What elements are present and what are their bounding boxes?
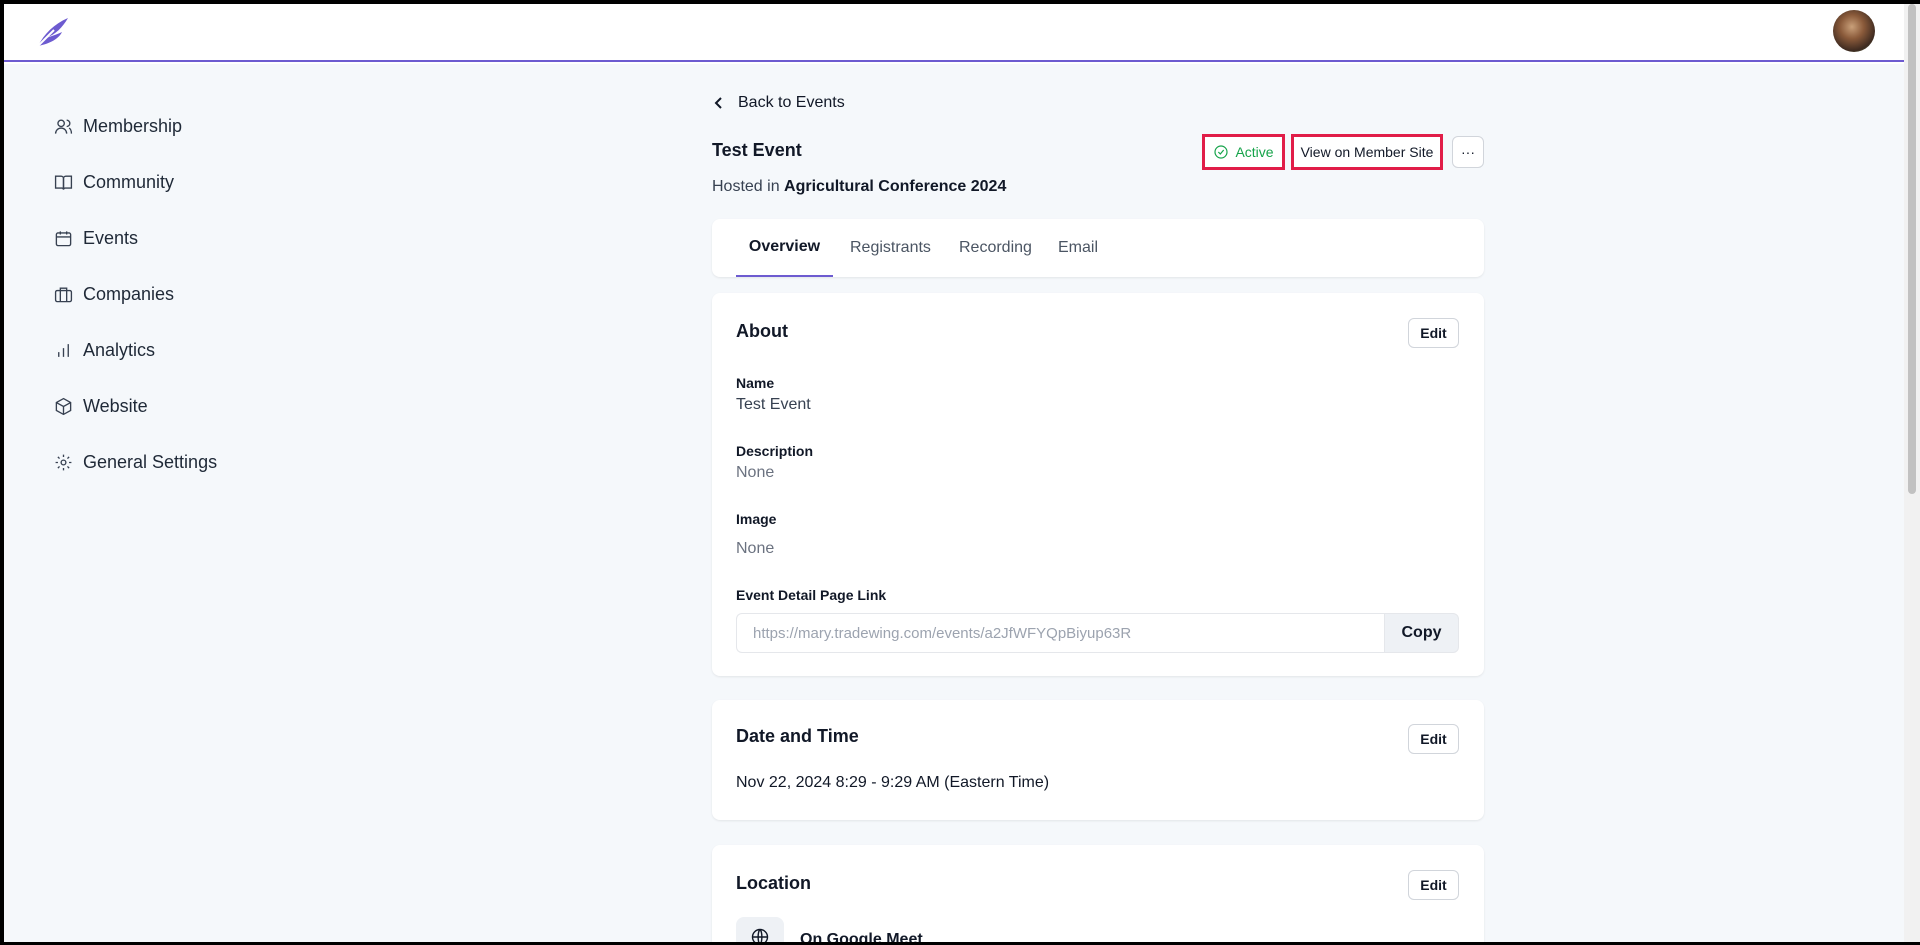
top-bar — [4, 4, 1904, 62]
page-scrollbar[interactable] — [1904, 4, 1920, 942]
page-title: Test Event — [712, 140, 802, 160]
back-label: Back to Events — [738, 94, 845, 111]
copy-link-button[interactable]: Copy — [1384, 613, 1459, 653]
book-icon — [54, 174, 73, 190]
hosted-in-text: Hosted in Agricultural Conference 2024 — [712, 178, 1006, 196]
bar-chart-icon — [58, 343, 69, 357]
image-value: None — [736, 540, 775, 557]
users-icon — [54, 118, 73, 134]
location-title: Location — [736, 873, 811, 893]
tab-registrants[interactable]: Registrants — [850, 219, 931, 277]
sidebar-nav: Membership Community Events Companies An… — [54, 98, 217, 490]
more-options-button[interactable]: ··· — [1452, 136, 1484, 168]
location-edit-button[interactable]: Edit — [1408, 870, 1459, 900]
sidebar-item-label: Companies — [83, 283, 175, 304]
location-value: On Google Meet — [800, 931, 923, 945]
main-area: Membership Community Events Companies An… — [4, 64, 1904, 945]
globe-icon — [751, 928, 769, 945]
sidebar-item-label: General Settings — [83, 451, 218, 472]
date-time-edit-button[interactable]: Edit — [1408, 724, 1459, 754]
sidebar-item-label: Community — [83, 171, 175, 192]
description-label: Description — [736, 443, 814, 459]
tab-email[interactable]: Email — [1058, 219, 1098, 277]
sidebar-item-general-settings[interactable]: General Settings — [54, 434, 217, 490]
description-value: None — [736, 464, 775, 481]
chevron-left-icon — [714, 97, 722, 109]
date-time-card: Date and Time Edit Nov 22, 2024 8:29 - 9… — [712, 700, 1484, 820]
check-circle-icon — [1214, 145, 1229, 159]
sidebar-item-companies[interactable]: Companies — [54, 266, 217, 322]
event-link-field[interactable]: https://mary.tradewing.com/events/a2JfWF… — [736, 613, 1384, 653]
view-on-member-site-button[interactable]: View on Member Site — [1291, 134, 1443, 170]
sidebar-item-membership[interactable]: Membership — [54, 98, 217, 154]
date-time-value: Nov 22, 2024 8:29 - 9:29 AM (Eastern Tim… — [736, 774, 1050, 791]
back-to-events-link[interactable]: Back to Events — [712, 94, 845, 112]
sidebar-item-website[interactable]: Website — [54, 378, 217, 434]
sidebar-item-label: Website — [83, 395, 148, 416]
link-label: Event Detail Page Link — [736, 587, 887, 603]
location-card: Location Edit On Google Meet — [712, 845, 1484, 945]
about-title: About — [736, 321, 788, 341]
location-icon-box — [736, 917, 784, 945]
name-value: Test Event — [736, 396, 811, 413]
sidebar-item-analytics[interactable]: Analytics — [54, 322, 217, 378]
status-label: Active — [1235, 144, 1274, 160]
about-edit-button[interactable]: Edit — [1408, 318, 1459, 348]
event-link-value: https://mary.tradewing.com/events/a2JfWF… — [753, 624, 1132, 642]
sidebar-item-community[interactable]: Community — [54, 154, 217, 210]
tab-bar: Overview Registrants Recording Email — [712, 219, 1484, 277]
date-time-title: Date and Time — [736, 726, 859, 746]
scrollbar-thumb[interactable] — [1908, 4, 1916, 494]
image-label: Image — [736, 511, 777, 527]
tab-overview[interactable]: Overview — [736, 219, 833, 277]
tab-recording[interactable]: Recording — [959, 219, 1032, 277]
briefcase-icon — [54, 286, 73, 302]
cube-icon — [55, 397, 72, 415]
sidebar-item-label: Events — [83, 227, 139, 248]
calendar-icon — [55, 230, 72, 246]
sidebar-item-label: Membership — [83, 115, 183, 136]
sidebar-item-events[interactable]: Events — [54, 210, 217, 266]
user-avatar[interactable] — [1833, 10, 1875, 52]
name-label: Name — [736, 375, 775, 391]
gear-icon — [55, 454, 72, 470]
hosted-name: Agricultural Conference 2024 — [784, 178, 1007, 195]
about-card: About Edit Name Test Event Description N… — [712, 293, 1484, 676]
feather-logo-icon[interactable] — [32, 14, 72, 50]
hosted-prefix: Hosted in — [712, 178, 780, 195]
status-badge: Active — [1202, 134, 1285, 170]
sidebar-item-label: Analytics — [83, 339, 156, 360]
